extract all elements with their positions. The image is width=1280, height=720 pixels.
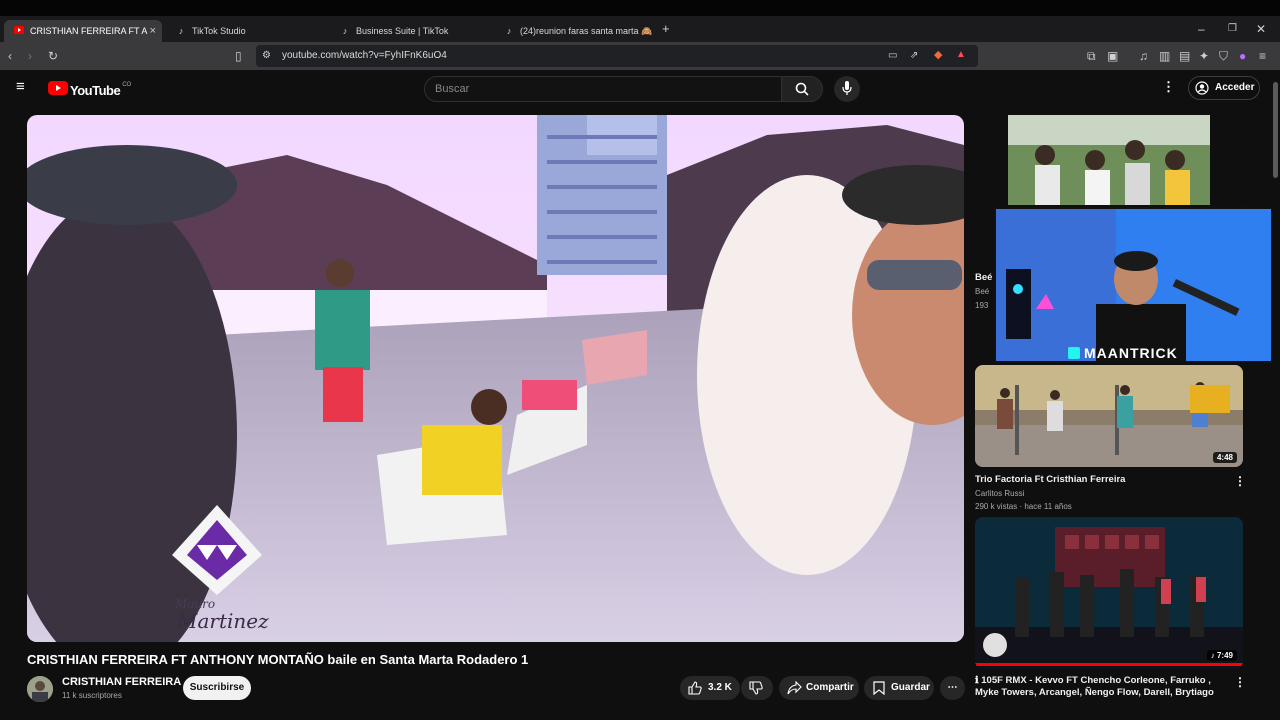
leo-ai-icon[interactable]: ✦	[1199, 49, 1209, 63]
close-window-button[interactable]: ✕	[1256, 22, 1266, 36]
tab-label: TikTok Studio	[192, 26, 246, 36]
bookmark-icon[interactable]: ▯	[235, 49, 242, 63]
new-tab-button[interactable]: +	[662, 22, 670, 36]
more-actions-button[interactable]: ⋯	[940, 676, 965, 700]
sidebar-channel-2[interactable]: Carlitos Russi	[975, 489, 1024, 498]
region-code: CO	[122, 81, 132, 88]
channel-avatar[interactable]	[27, 676, 53, 702]
sidebar-meta-2: 290 k vistas · hace 11 años	[975, 502, 1072, 511]
save-label: Guardar	[891, 682, 930, 693]
tiktok-icon: ♪	[506, 26, 512, 36]
sidebar-thumbnail-3[interactable]: ♪ 7:49	[975, 517, 1243, 669]
minimize-button[interactable]: –	[1198, 22, 1205, 36]
sidebar-thumbnail-2[interactable]: 4:48	[975, 365, 1243, 467]
search-button[interactable]	[781, 76, 823, 102]
vpn-icon[interactable]: ⛉	[1219, 49, 1228, 63]
video-player[interactable]: Mauro Martinez	[27, 115, 964, 642]
search-input[interactable]: Buscar	[424, 76, 782, 102]
voice-search-button[interactable]	[834, 76, 860, 102]
close-tab-icon[interactable]: ×	[150, 25, 156, 37]
bookmark-save-icon	[873, 681, 885, 705]
thumbs-down-icon	[749, 681, 763, 705]
more-options-icon[interactable]: ⋮	[1162, 80, 1175, 94]
brave-shield-icon[interactable]: ◆	[934, 48, 942, 62]
sidebar-channel-1[interactable]: Beé	[975, 287, 995, 296]
forward-icon[interactable]: ›	[28, 49, 32, 63]
like-count: 3.2 K	[708, 682, 732, 693]
more-horizontal-icon: ⋯	[947, 682, 958, 693]
sign-in-button[interactable]: Acceder	[1188, 76, 1260, 100]
sidebar-title-3-text: 105F RMX - Kevvo FT Chencho Corleone, Fa…	[975, 675, 1214, 698]
thumbs-up-icon	[688, 681, 702, 705]
cast-icon[interactable]: ▭	[888, 49, 897, 63]
youtube-header: ≡ YouTube CO Buscar ⋮ Acceder	[0, 70, 1280, 108]
back-icon[interactable]: ‹	[8, 49, 12, 63]
streamer-webcam-overlay: MAANTRICK	[994, 207, 1276, 363]
account-icon	[1195, 81, 1209, 104]
tab-search-icon[interactable]: ▣	[1107, 49, 1118, 63]
tab-label: CRISTHIAN FERREIRA FT ANTHONY	[30, 26, 148, 36]
share-icon[interactable]: ⇗	[910, 49, 918, 63]
media-icon[interactable]: ♫	[1139, 49, 1148, 63]
profile-icon[interactable]: ●	[1239, 49, 1246, 63]
hamburger-menu-icon[interactable]: ≡	[16, 79, 25, 94]
youtube-wordmark: YouTube	[70, 83, 121, 98]
page-scrollbar[interactable]	[1271, 70, 1280, 710]
video-frame-beach-scene	[27, 115, 964, 642]
sidebar-more-icon[interactable]: ⋮	[1234, 675, 1246, 689]
address-bar[interactable]: ⚙ youtube.com/watch?v=FyhIFnK6uO4 ▭ ⇗ ◆ …	[256, 45, 978, 67]
duration-badge: ♪ 7:49	[1206, 650, 1237, 661]
sign-in-label: Acceder	[1215, 82, 1255, 93]
tiktok-logo-icon	[1068, 347, 1080, 359]
subscribe-button[interactable]: Suscribirse	[183, 676, 251, 700]
streamer-name: MAANTRICK	[1084, 345, 1178, 361]
tab-tiktok-studio[interactable]: ♪ TikTok Studio	[166, 20, 326, 42]
tab-label: Business Suite | TikTok	[356, 26, 449, 36]
tiktok-icon: ♪	[178, 26, 184, 36]
site-info-icon[interactable]: ⚙	[262, 49, 271, 63]
save-button[interactable]: Guardar	[864, 676, 934, 700]
youtube-logo[interactable]: YouTube CO	[48, 81, 131, 100]
sidebar-icon[interactable]: ▥	[1159, 49, 1170, 63]
scrollbar-thumb[interactable]	[1273, 82, 1278, 178]
share-arrow-icon	[787, 680, 802, 705]
share-label: Compartir	[806, 682, 854, 693]
extensions-icon[interactable]: ⧉	[1087, 49, 1096, 63]
search-icon	[795, 82, 809, 101]
sidebar-title-3[interactable]: ℹ 105F RMX - Kevvo FT Chencho Corleone, …	[975, 675, 1225, 699]
channel-name[interactable]: CRISTHIAN FERREIRA	[62, 676, 181, 688]
sidebar-title-1[interactable]: Beé	[975, 272, 995, 284]
sidebar-meta-1: 193	[975, 301, 989, 310]
tab-tiktok-reunion[interactable]: ♪ (24)reunion faras santa marta 🙈#sa	[494, 20, 654, 42]
streamer-name-plate: MAANTRICK	[1068, 345, 1178, 361]
maximize-button[interactable]: ❐	[1228, 22, 1237, 36]
sidebar-more-icon[interactable]: ⋮	[1234, 474, 1246, 488]
share-button[interactable]: Compartir	[779, 676, 859, 700]
tab-label: (24)reunion faras santa marta 🙈#sa	[520, 25, 652, 36]
sidebar-title-2[interactable]: Trio Factoria Ft Cristhian Ferreira	[975, 474, 1225, 486]
menu-icon[interactable]: ≡	[1259, 49, 1266, 63]
tiktok-icon: ♪	[342, 26, 348, 36]
duration-badge: 4:48	[1212, 452, 1237, 463]
search-placeholder: Buscar	[435, 83, 470, 95]
reload-icon[interactable]: ↻	[48, 49, 58, 63]
video-title: CRISTHIAN FERREIRA FT ANTHONY MONTAÑO ba…	[27, 652, 529, 667]
microphone-icon	[842, 81, 852, 101]
url-text: youtube.com/watch?v=FyhIFnK6uO4	[282, 50, 447, 61]
dislike-button[interactable]	[741, 676, 773, 700]
youtube-play-icon	[48, 81, 68, 100]
brave-rewards-icon[interactable]: ▲	[956, 48, 966, 62]
wallet-icon[interactable]: ▤	[1179, 49, 1190, 63]
duration-text: 7:49	[1216, 651, 1233, 660]
browser-toolbar: ‹ › ↻ ▯ ⚙ youtube.com/watch?v=FyhIFnK6uO…	[0, 42, 1280, 70]
subscriber-count: 11 k suscriptores	[62, 691, 122, 700]
like-button[interactable]: 3.2 K	[680, 676, 740, 700]
sidebar-thumbnail-1[interactable]	[975, 115, 1243, 205]
tab-business-suite[interactable]: ♪ Business Suite | TikTok	[330, 20, 490, 42]
browser-tab-bar: CRISTHIAN FERREIRA FT ANTHONY × ♪ TikTok…	[0, 0, 1280, 42]
watermark-line2: Martinez	[177, 609, 269, 633]
tab-youtube-video[interactable]: CRISTHIAN FERREIRA FT ANTHONY ×	[4, 20, 162, 42]
youtube-icon	[14, 26, 24, 36]
